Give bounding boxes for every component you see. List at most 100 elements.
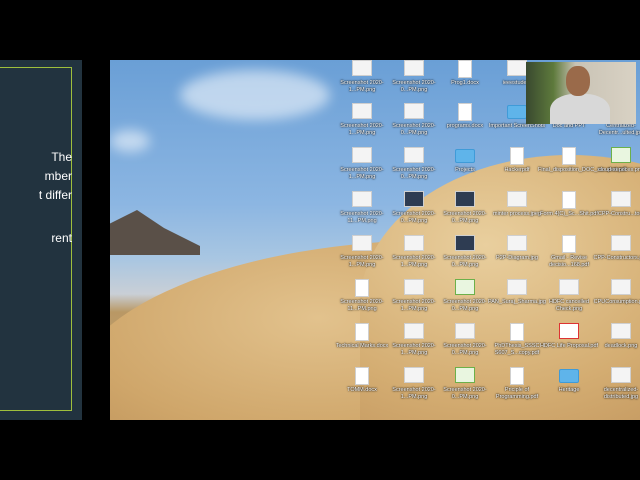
desktop-file-icon[interactable]: Heritage <box>542 367 596 411</box>
image-file-icon <box>455 367 475 383</box>
image-file-icon <box>404 323 424 339</box>
document-icon <box>562 147 576 165</box>
desktop-file-icon[interactable]: Screenshot 2020-1...PM.png <box>387 235 441 279</box>
image-file-icon <box>404 235 424 251</box>
desktop-file-icon[interactable]: Hackerpdf <box>490 147 544 191</box>
document-icon <box>355 367 369 385</box>
desktop-file-icon[interactable]: Screenshot 2020-0...PM.png <box>387 103 441 147</box>
image-file-icon <box>559 279 579 295</box>
file-name-label: decentralized-distributed.jpg <box>603 387 639 400</box>
desktop-file-icon[interactable]: Screenshot 2020-1...PM.png <box>387 279 441 323</box>
desktop-file-icon[interactable]: CPUConsumption.png <box>594 279 640 323</box>
slide-text-line: rent <box>51 231 72 245</box>
desktop-file-icon[interactable]: Prog1.docx <box>438 60 492 104</box>
desktop-file-icon[interactable]: decentralized-distributed.jpg <box>594 367 640 411</box>
image-file-icon <box>352 235 372 251</box>
image-file-icon <box>455 235 475 251</box>
desktop-file-icon[interactable]: P2P-Diagram.jpg <box>490 235 544 279</box>
document-icon <box>510 367 524 385</box>
desktop-file-icon[interactable]: Screenshot 2020-0...PM.png <box>438 279 492 323</box>
image-file-icon <box>507 279 527 295</box>
mountain <box>110 210 200 255</box>
image-file-icon <box>507 191 527 207</box>
person-body <box>550 94 610 124</box>
image-file-icon <box>404 147 424 163</box>
image-file-icon <box>352 191 372 207</box>
file-name-label: cloud-services.png <box>598 167 640 173</box>
document-icon <box>510 323 524 341</box>
desktop-file-icon[interactable]: Projects <box>438 147 492 191</box>
desktop-file-icon[interactable]: deadlock.png <box>594 323 640 367</box>
desktop-file-icon[interactable]: Technical Marks.docx <box>335 323 389 367</box>
image-file-icon <box>611 147 631 163</box>
desktop-file-icon[interactable]: programs.docx <box>438 103 492 147</box>
document-icon <box>355 323 369 341</box>
desktop-file-icon[interactable]: TOMM.docx <box>335 367 389 411</box>
desktop-file-icon[interactable]: CPP-Constructors.png <box>593 235 640 279</box>
webcam-video <box>526 62 636 124</box>
desktop-file-icon[interactable]: Screenshot 2020-11...PM.png <box>335 279 389 323</box>
desktop-file-icon[interactable]: Screenshot 2020-1...PM.png <box>387 323 441 367</box>
file-name-label: deadlock.png <box>604 343 638 349</box>
presentation-slide: The mber t differ rent <box>0 60 82 420</box>
image-file-icon <box>404 191 424 207</box>
image-file-icon <box>352 103 372 119</box>
desktop-file-icon[interactable]: Screenshot 2020-1...PM.png <box>335 235 389 279</box>
slide-text-line: t differ <box>38 188 72 202</box>
document-icon <box>458 103 472 121</box>
image-file-icon <box>611 323 631 339</box>
document-icon <box>562 191 576 209</box>
desktop-file-icon[interactable]: Screenshot 2020-11...PM.png <box>335 191 389 235</box>
document-icon <box>458 60 472 78</box>
slide-text-line: mber <box>44 169 72 183</box>
desktop-file-icon[interactable]: CPP-Constru...tors <box>594 191 640 235</box>
file-name-label: CPP-Constructors.png <box>593 255 640 261</box>
slide-text-line: The <box>51 150 72 164</box>
image-file-icon <box>455 323 475 339</box>
image-file-icon <box>611 191 631 207</box>
desktop-file-icon[interactable]: Form 4(C)_Sc...Shit.pdf <box>540 191 598 235</box>
desktop-file-icon[interactable]: PhDThesis_SSSC S607_S...copy.pdf <box>490 323 544 367</box>
desktop-file-icon[interactable]: Screenshot 2020-1...PM.png <box>335 147 389 191</box>
desktop-file-icon[interactable]: Priciple of Programming.pdf <box>490 367 544 411</box>
desktop-file-icon[interactable]: Screenshot 2020-0...PM.png <box>387 147 441 191</box>
person-head <box>566 66 590 96</box>
image-file-icon <box>507 60 527 76</box>
desktop-file-icon[interactable]: Screenshot 2020-0...PM.png <box>438 191 492 235</box>
image-file-icon <box>455 279 475 295</box>
desktop-file-icon[interactable]: cloud-services.png <box>594 147 640 191</box>
desktop-file-icon[interactable]: Screenshot 2020-0...PM.png <box>387 191 441 235</box>
image-file-icon <box>404 103 424 119</box>
document-icon <box>510 147 524 165</box>
desktop-file-icon[interactable]: Screenshot 2020-0...PM.png <box>438 323 492 367</box>
cloud <box>110 130 150 152</box>
image-file-icon <box>404 60 424 76</box>
image-file-icon <box>507 235 527 251</box>
image-file-icon <box>611 235 631 251</box>
image-file-icon <box>404 367 424 383</box>
desktop-file-icon[interactable]: HDFC Life Proposal.pdf <box>540 323 598 367</box>
folder-icon <box>507 105 527 119</box>
image-file-icon <box>611 279 631 295</box>
image-file-icon <box>455 191 475 207</box>
desktop-file-icon[interactable]: HDFC cancelled Check.png <box>542 279 596 323</box>
desktop-file-icon[interactable]: Screenshot 2020-0...PM.png <box>387 60 441 104</box>
desktop-file-icon[interactable]: Screenshot 2020-1...PM.png <box>387 367 441 411</box>
file-name-label: CPUConsumption.png <box>593 299 640 305</box>
desktop-file-icon[interactable]: Screenshot 2020-0...PM.png <box>438 235 492 279</box>
desktop-file-icon[interactable]: Screenshot 2020-1...PM.png <box>335 60 389 104</box>
image-file-icon <box>404 279 424 295</box>
desktop-file-icon[interactable]: Screenshot 2020-1...PM.png <box>335 103 389 147</box>
document-icon <box>355 279 369 297</box>
image-file-icon <box>352 147 372 163</box>
folder-icon <box>559 369 579 383</box>
cloud <box>180 70 330 120</box>
image-file-icon <box>352 60 372 76</box>
desktop-file-icon[interactable]: minter process.jpeg <box>490 191 544 235</box>
desktop-file-icon[interactable]: PAN_Suraj_Sharma.jpg <box>488 279 546 323</box>
desktop-file-icon[interactable]: Gmail - Revise decisio...168.pdf <box>542 235 596 279</box>
file-name-label: Centralized-Decentr...ulted.jpg <box>598 123 640 136</box>
desktop-file-icon[interactable]: Final_disposition_DOC_su...port.pdf <box>538 147 626 191</box>
image-file-icon <box>611 367 631 383</box>
desktop-file-icon[interactable]: Screenshot 2020-0...PM.png <box>438 367 492 411</box>
